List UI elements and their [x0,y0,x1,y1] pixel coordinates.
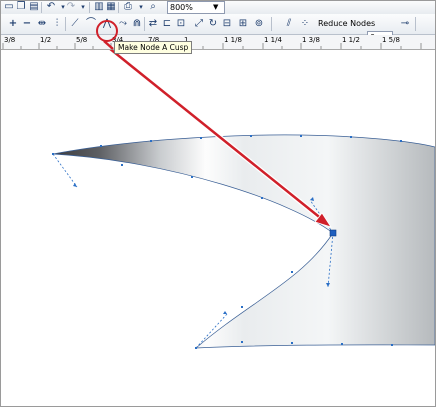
property-bar: + − ⇹ ⫶ ⟋ ⌒ ⋀ ⤳ ⋒ ⇄ ⊏ ⊡ ⤢ ↻ ⊟ ⊞ ⊚ ⫽ ⁘ Re… [1,14,435,43]
ruler-tick-label: 1 1/8 [224,36,242,44]
add-node-icon[interactable]: + [7,18,19,30]
align-nodes-icon[interactable]: ⊟ [221,18,233,30]
ruler-tick-label: 1 3/8 [302,36,320,44]
break-curve-icon[interactable]: ⫶ [51,18,63,30]
to-curve-icon[interactable]: ⌒ [85,18,97,30]
copy-icon[interactable]: ❐ [15,1,27,13]
stretch-nodes-icon[interactable]: ⤢ [193,18,205,30]
ruler-tick-label: 3/8 [4,36,16,44]
reverse-direction-icon[interactable]: ⇄ [147,18,159,30]
symmetrical-node-icon[interactable]: ⋒ [131,18,143,30]
node-options-icon[interactable]: ⊚ [253,18,265,30]
standard-toolbar: ▭ ❐ ▤ ↶ ▾ ↷ ▾ ▥ ▦ ⎙ ▾ ⌕ 800% ▼ [1,1,435,15]
paste-icon[interactable]: ▤ [28,1,40,13]
to-line-icon[interactable]: ⟋ [69,18,81,30]
redo-dropdown-icon[interactable]: ▾ [77,1,89,13]
reduce-nodes-label: Reduce Nodes [318,19,376,28]
toolbar-separator [89,2,90,13]
import-icon[interactable]: ▥ [93,1,105,13]
extend-curve-icon[interactable]: ⊏ [161,18,173,30]
align-vertical-icon[interactable]: ⊞ [237,18,249,30]
export-icon[interactable]: ▦ [105,1,117,13]
toolbar-separator [118,2,119,13]
ruler-tick-label: 1 5/8 [382,36,400,44]
zoom-dropdown-icon[interactable]: ▼ [213,3,218,11]
horizontal-ruler[interactable] [1,35,435,50]
drawing-canvas[interactable] [1,50,435,406]
extract-subpath-icon[interactable]: ⊡ [175,18,187,30]
toolbar-separator [415,17,416,31]
join-nodes-icon[interactable]: ⇹ [36,18,48,30]
align-icon[interactable]: ▭ [3,1,15,13]
toolbar-separator [144,17,145,31]
application-window: ▭ ❐ ▤ ↶ ▾ ↷ ▾ ▥ ▦ ⎙ ▾ ⌕ 800% ▼ + − ⇹ ⫶ ⟋… [0,0,436,407]
print-icon[interactable]: ⎙ [122,1,134,13]
ruler-tick-label: 1 1/4 [264,36,282,44]
blade-shape[interactable] [52,134,435,349]
rotate-nodes-icon[interactable]: ↻ [207,18,219,30]
zoom-icon[interactable]: ⌕ [147,1,159,13]
selected-node[interactable] [329,229,337,237]
curve-smoothness-icon[interactable]: ⊸ [399,18,411,30]
ruler-tick-label: 1 1/2 [342,36,360,44]
select-all-nodes-icon[interactable]: ⁘ [299,18,311,30]
ruler-ticks [2,43,422,49]
toolbar-separator [271,17,272,31]
elastic-mode-icon[interactable]: ⫽ [283,18,295,30]
canvas-artwork [52,50,435,349]
ruler-tick-label: 5/8 [76,36,88,44]
print-dropdown-icon[interactable]: ▾ [135,1,147,13]
toolbar-separator [41,2,42,13]
tooltip: Make Node A Cusp [114,41,193,54]
ruler-tick-label: 1/2 [40,36,52,44]
zoom-level-value: 800% [170,3,193,12]
delete-node-icon[interactable]: − [21,18,33,30]
cusp-node-icon[interactable]: ⋀ [101,18,113,30]
toolbar-separator [65,17,66,31]
smooth-node-icon[interactable]: ⤳ [117,18,129,30]
redo-icon[interactable]: ↷ [65,1,77,13]
undo-icon[interactable]: ↶ [45,1,57,13]
